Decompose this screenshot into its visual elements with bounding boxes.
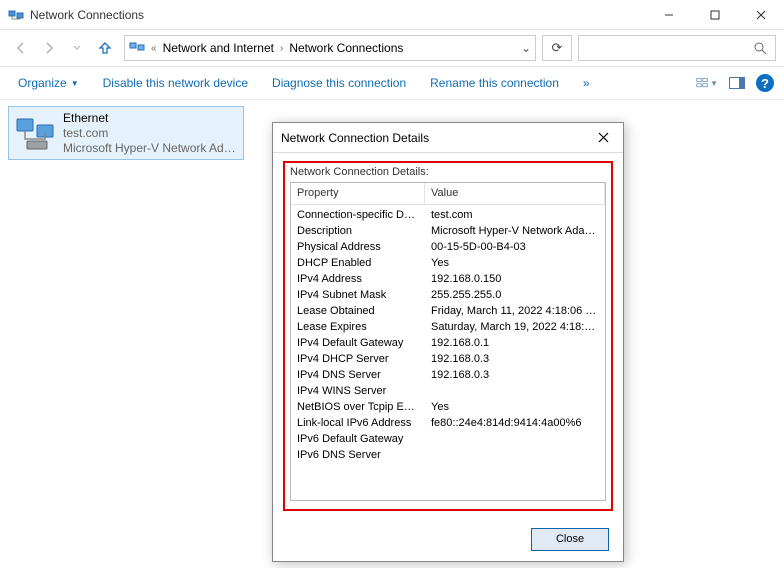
property-cell: Link-local IPv6 Address — [291, 415, 425, 431]
network-connections-icon — [8, 7, 24, 23]
table-row[interactable]: IPv6 Default Gateway — [291, 431, 605, 447]
preview-pane-icon[interactable] — [726, 72, 748, 94]
value-cell — [425, 383, 605, 399]
table-row[interactable]: IPv4 Subnet Mask255.255.255.0 — [291, 287, 605, 303]
column-header-property[interactable]: Property — [291, 183, 425, 204]
address-bar-row: « Network and Internet › Network Connect… — [0, 30, 784, 66]
property-cell: Lease Obtained — [291, 303, 425, 319]
property-cell: IPv4 DHCP Server — [291, 351, 425, 367]
details-group-label: Network Connection Details: — [290, 166, 606, 178]
value-cell: 192.168.0.3 — [425, 367, 605, 383]
value-cell: 192.168.0.3 — [425, 351, 605, 367]
chevron-right-icon: › — [278, 43, 285, 54]
refresh-button[interactable]: ⟳ — [542, 35, 572, 61]
chevron-left-icon[interactable]: « — [149, 43, 159, 54]
window-title: Network Connections — [30, 8, 646, 22]
forward-button[interactable] — [36, 35, 62, 61]
value-cell: Yes — [425, 399, 605, 415]
address-bar[interactable]: « Network and Internet › Network Connect… — [124, 35, 536, 61]
property-cell: IPv6 DNS Server — [291, 447, 425, 463]
ethernet-adapter-icon — [13, 111, 57, 155]
table-row[interactable]: NetBIOS over Tcpip En...Yes — [291, 399, 605, 415]
organize-menu[interactable]: Organize ▼ — [6, 76, 91, 90]
property-cell: DHCP Enabled — [291, 255, 425, 271]
property-cell: Description — [291, 223, 425, 239]
table-row[interactable]: DHCP EnabledYes — [291, 255, 605, 271]
minimize-button[interactable] — [646, 0, 692, 30]
property-cell: Lease Expires — [291, 319, 425, 335]
property-cell: NetBIOS over Tcpip En... — [291, 399, 425, 415]
property-cell: IPv6 Default Gateway — [291, 431, 425, 447]
property-cell: Physical Address — [291, 239, 425, 255]
up-button[interactable] — [92, 35, 118, 61]
property-cell: Connection-specific DN... — [291, 207, 425, 223]
breadcrumb-part[interactable]: Network Connections — [285, 41, 407, 55]
details-table: Property Value Connection-specific DN...… — [290, 182, 606, 501]
value-cell: fe80::24e4:814d:9414:4a00%6 — [425, 415, 605, 431]
window-close-button[interactable] — [738, 0, 784, 30]
dialog-titlebar: Network Connection Details — [273, 123, 623, 153]
table-row[interactable]: DescriptionMicrosoft Hyper-V Network Ada… — [291, 223, 605, 239]
recent-dropdown[interactable] — [64, 35, 90, 61]
diagnose-button[interactable]: Diagnose this connection — [260, 76, 418, 90]
details-highlight-box: Network Connection Details: Property Val… — [283, 161, 613, 511]
disable-device-button[interactable]: Disable this network device — [91, 76, 260, 90]
dialog-title: Network Connection Details — [281, 131, 591, 145]
value-cell: Microsoft Hyper-V Network Adapter — [425, 223, 605, 239]
back-button[interactable] — [8, 35, 34, 61]
connection-item-ethernet[interactable]: Ethernet test.com Microsoft Hyper-V Netw… — [8, 106, 244, 160]
connection-adapter: Microsoft Hyper-V Network Adap... — [63, 141, 239, 156]
property-cell: IPv4 DNS Server — [291, 367, 425, 383]
rename-button[interactable]: Rename this connection — [418, 76, 571, 90]
value-cell — [425, 431, 605, 447]
dialog-close-button[interactable] — [591, 126, 615, 150]
toolbar: Organize ▼ Disable this network device D… — [0, 66, 784, 100]
table-row[interactable]: Lease ObtainedFriday, March 11, 2022 4:1… — [291, 303, 605, 319]
value-cell: Friday, March 11, 2022 4:18:06 PM — [425, 303, 605, 319]
table-row[interactable]: IPv4 DNS Server192.168.0.3 — [291, 367, 605, 383]
help-icon[interactable]: ? — [756, 74, 774, 92]
value-cell: 192.168.0.150 — [425, 271, 605, 287]
value-cell: Yes — [425, 255, 605, 271]
property-cell: IPv4 Address — [291, 271, 425, 287]
control-panel-icon — [129, 40, 145, 56]
table-row[interactable]: Link-local IPv6 Addressfe80::24e4:814d:9… — [291, 415, 605, 431]
value-cell: test.com — [425, 207, 605, 223]
organize-label: Organize — [18, 76, 67, 90]
table-row[interactable]: IPv6 DNS Server — [291, 447, 605, 463]
connection-name: Ethernet — [63, 111, 239, 126]
maximize-button[interactable] — [692, 0, 738, 30]
table-row[interactable]: Physical Address00-15-5D-00-B4-03 — [291, 239, 605, 255]
value-cell: Saturday, March 19, 2022 4:18:06 PM — [425, 319, 605, 335]
address-dropdown[interactable]: ⌄ — [517, 41, 535, 55]
close-button[interactable]: Close — [531, 528, 609, 551]
search-input[interactable] — [578, 35, 776, 61]
connection-status: test.com — [63, 126, 239, 141]
property-cell: IPv4 WINS Server — [291, 383, 425, 399]
value-cell — [425, 447, 605, 463]
more-commands[interactable]: » — [571, 76, 602, 90]
view-options-icon[interactable]: ▼ — [696, 72, 718, 94]
table-row[interactable]: Connection-specific DN...test.com — [291, 207, 605, 223]
table-row[interactable]: IPv4 DHCP Server192.168.0.3 — [291, 351, 605, 367]
network-connection-details-dialog: Network Connection Details Network Conne… — [272, 122, 624, 562]
table-row[interactable]: IPv4 Default Gateway192.168.0.1 — [291, 335, 605, 351]
breadcrumb-part[interactable]: Network and Internet — [159, 41, 278, 55]
column-header-value[interactable]: Value — [425, 183, 605, 204]
value-cell: 255.255.255.0 — [425, 287, 605, 303]
table-row[interactable]: Lease ExpiresSaturday, March 19, 2022 4:… — [291, 319, 605, 335]
property-cell: IPv4 Default Gateway — [291, 335, 425, 351]
table-row[interactable]: IPv4 Address192.168.0.150 — [291, 271, 605, 287]
value-cell: 00-15-5D-00-B4-03 — [425, 239, 605, 255]
window-titlebar: Network Connections — [0, 0, 784, 30]
value-cell: 192.168.0.1 — [425, 335, 605, 351]
chevron-down-icon: ▼ — [71, 79, 79, 88]
property-cell: IPv4 Subnet Mask — [291, 287, 425, 303]
table-row[interactable]: IPv4 WINS Server — [291, 383, 605, 399]
search-icon — [754, 42, 767, 55]
